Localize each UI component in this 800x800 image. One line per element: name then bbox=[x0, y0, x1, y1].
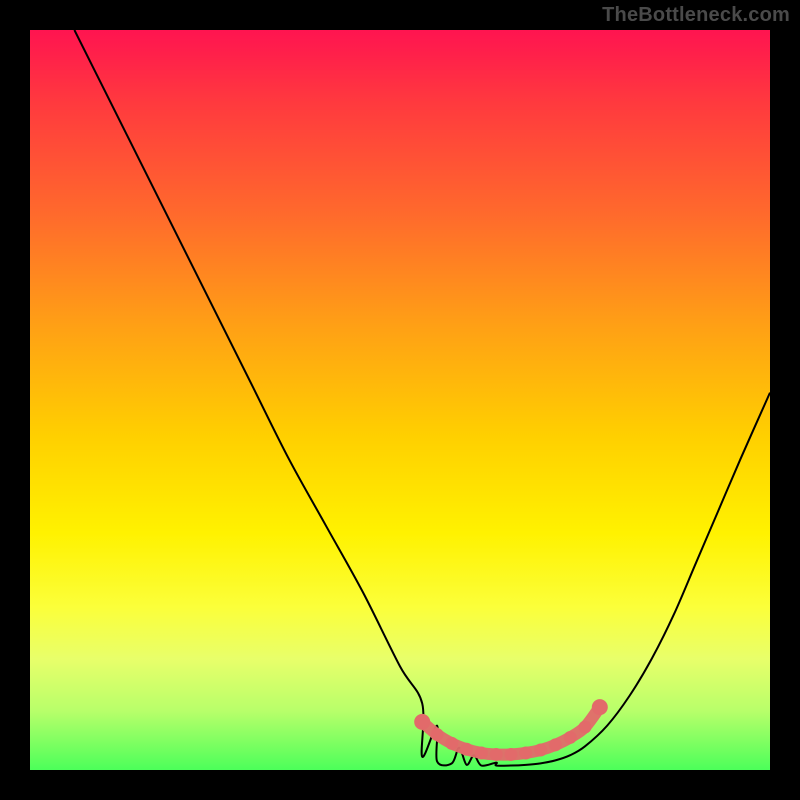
marker-point bbox=[505, 748, 518, 761]
marker-point bbox=[445, 737, 458, 750]
marker-point bbox=[579, 721, 592, 734]
marker-point bbox=[460, 743, 473, 756]
curve-layer bbox=[74, 30, 770, 766]
marker-point bbox=[534, 744, 547, 757]
watermark-label: TheBottleneck.com bbox=[602, 4, 790, 27]
marker-point bbox=[475, 746, 488, 759]
marker-point bbox=[414, 714, 430, 730]
marker-point bbox=[490, 748, 503, 761]
chart-svg bbox=[30, 30, 770, 770]
bottleneck-curve bbox=[74, 30, 770, 766]
marker-point bbox=[431, 728, 444, 741]
marker-point bbox=[592, 699, 608, 715]
chart-frame: TheBottleneck.com bbox=[0, 0, 800, 800]
plot-area bbox=[30, 30, 770, 770]
marker-point bbox=[549, 738, 562, 751]
marker-point bbox=[564, 731, 577, 744]
marker-point bbox=[519, 746, 532, 759]
